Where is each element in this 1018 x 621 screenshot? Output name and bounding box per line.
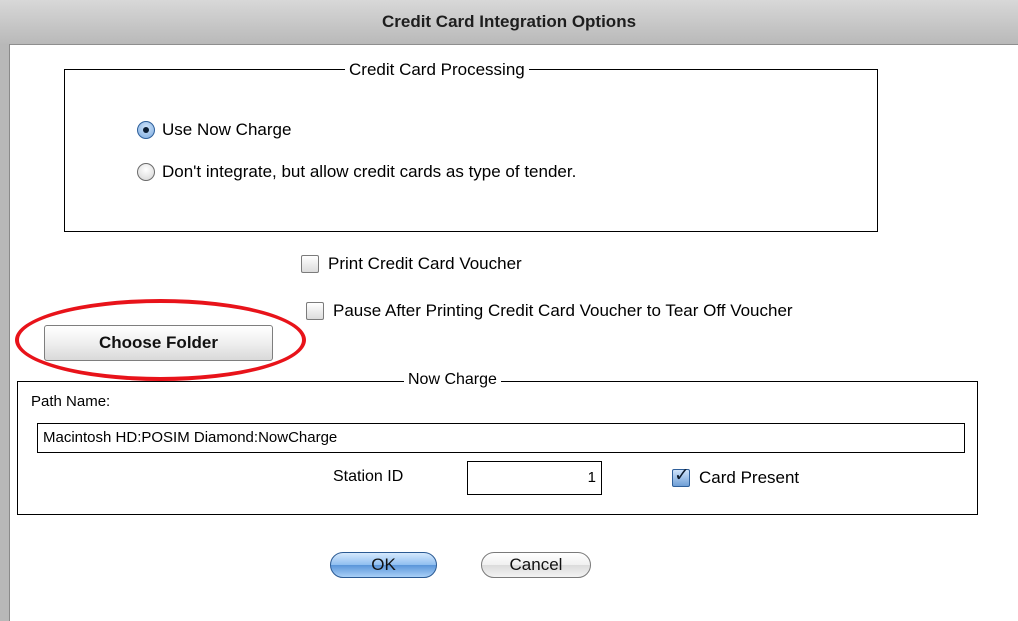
path-name-field[interactable]: Macintosh HD:POSIM Diamond:NowCharge [37,423,965,453]
window-left-edge [0,44,10,621]
path-name-value: Macintosh HD:POSIM Diamond:NowCharge [43,429,338,446]
card-present-label[interactable]: Card Present [699,468,799,488]
cancel-label: Cancel [509,555,563,574]
window-title: Credit Card Integration Options [381,12,637,31]
radio-button-icon[interactable] [137,163,155,181]
cancel-button[interactable]: Cancel [481,552,591,578]
station-id-field[interactable]: 1 [467,461,602,495]
checkbox-icon[interactable]: ✓ [672,465,690,487]
checkbox-icon[interactable] [306,302,324,320]
credit-card-processing-title: Credit Card Processing [345,60,529,80]
station-id-label: Station ID [333,468,404,485]
choose-folder-button[interactable]: Choose Folder [44,325,273,361]
print-voucher-label[interactable]: Print Credit Card Voucher [328,254,522,274]
choose-folder-label: Choose Folder [98,333,218,352]
station-id-value: 1 [587,469,596,486]
credit-card-processing-group [64,69,878,232]
now-charge-title: Now Charge [404,370,501,390]
path-name-label: Path Name: [31,393,111,410]
checkbox-icon[interactable] [301,255,319,273]
checkmark-icon: ✓ [674,465,690,486]
ok-button[interactable]: OK [330,552,437,578]
pause-after-printing-label[interactable]: Pause After Printing Credit Card Voucher… [333,301,793,321]
ok-label: OK [371,555,396,574]
radio-label[interactable]: Use Now Charge [162,120,291,140]
window-title-bar: Credit Card Integration Options [0,0,1018,45]
radio-button-icon[interactable] [137,121,155,139]
radio-label[interactable]: Don't integrate, but allow credit cards … [162,162,576,182]
